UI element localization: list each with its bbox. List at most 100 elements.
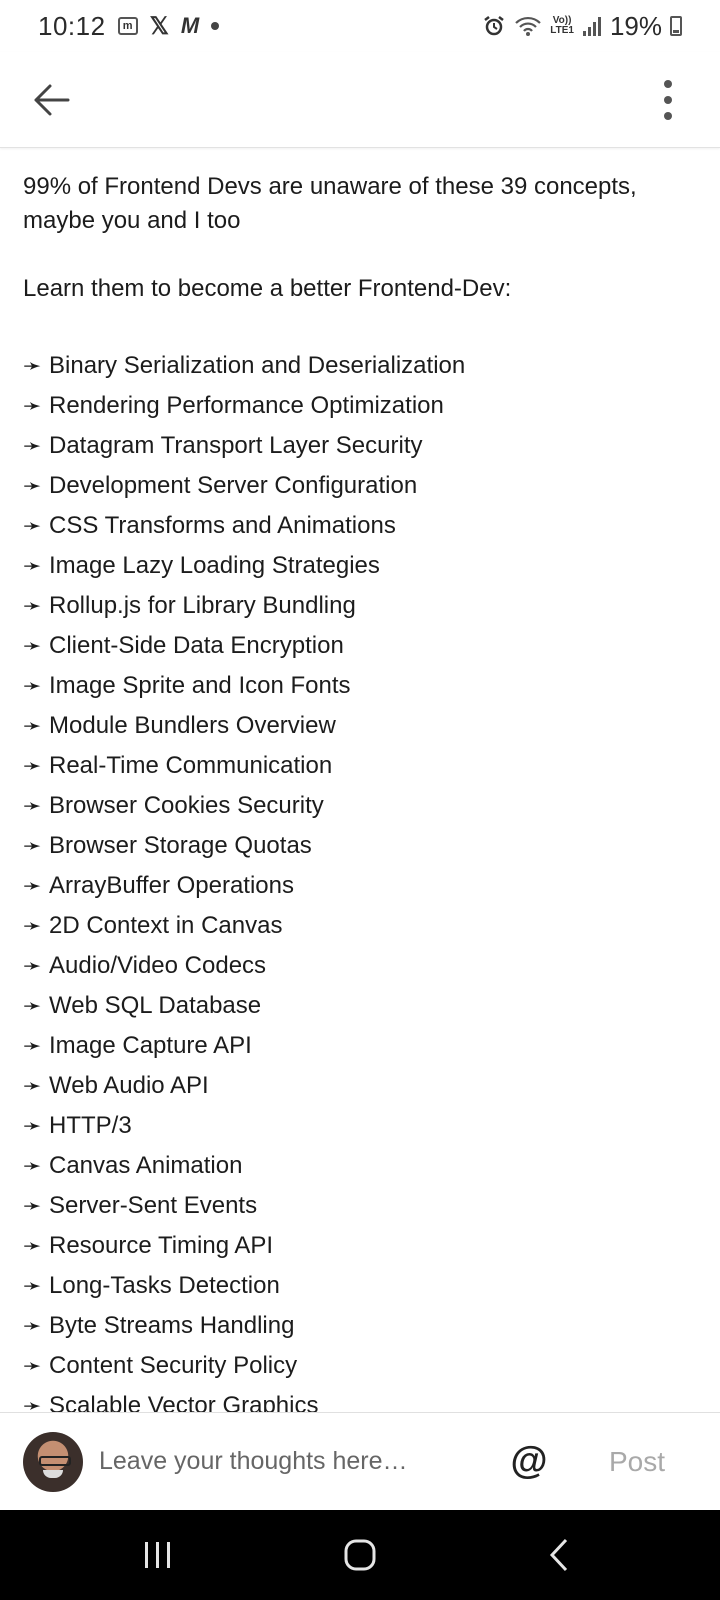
post-cta: Learn them to become a better Frontend-D…: [23, 275, 512, 302]
avatar: [23, 1431, 83, 1492]
concept-label: HTTP/3: [49, 1112, 132, 1139]
back-button[interactable]: [28, 76, 76, 124]
arrow-icon: ➛: [23, 633, 42, 658]
arrow-icon: ➛: [23, 713, 42, 738]
concept-item: ➛ ArrayBuffer Operations: [23, 866, 697, 906]
status-bar: 10:12 m 𝕏 M Vo)) LTE1 19%: [0, 0, 720, 52]
status-left: 10:12 m 𝕏 M: [38, 10, 220, 42]
concept-label: Scalable Vector Graphics: [49, 1392, 319, 1412]
more-dot: [664, 112, 672, 120]
concept-item: ➛ Web SQL Database: [23, 986, 697, 1026]
messages-icon: m: [117, 17, 138, 35]
concept-item: ➛ Browser Cookies Security: [23, 786, 697, 826]
status-time: 10:12: [38, 10, 106, 41]
concept-label: Browser Storage Quotas: [49, 832, 312, 859]
arrow-icon: ➛: [23, 1313, 42, 1338]
arrow-icon: ➛: [23, 1273, 42, 1298]
concept-item: ➛ Datagram Transport Layer Security: [23, 426, 697, 466]
arrow-icon: ➛: [23, 553, 42, 578]
concept-label: Browser Cookies Security: [49, 792, 324, 819]
arrow-icon: ➛: [23, 873, 42, 898]
arrow-icon: ➛: [23, 1393, 42, 1412]
comment-input[interactable]: [99, 1437, 495, 1486]
arrow-icon: ➛: [23, 593, 42, 618]
mention-button[interactable]: @: [505, 1438, 553, 1486]
arrow-icon: ➛: [23, 353, 42, 378]
arrow-left-icon: [34, 84, 70, 116]
battery-icon: [670, 16, 682, 36]
concept-label: 2D Context in Canvas: [49, 912, 283, 939]
concept-label: CSS Transforms and Animations: [49, 512, 396, 539]
concept-label: Real-Time Communication: [49, 752, 333, 779]
back-icon[interactable]: [536, 1530, 586, 1580]
dot-icon: [211, 22, 220, 30]
comment-bar: @ Post: [0, 1412, 720, 1510]
concept-label: Image Sprite and Icon Fonts: [49, 672, 351, 699]
concept-label: Resource Timing API: [49, 1232, 274, 1259]
concept-item: ➛ Client-Side Data Encryption: [23, 626, 697, 666]
concept-item: ➛ Rendering Performance Optimization: [23, 386, 697, 426]
m-icon: M: [180, 13, 200, 38]
arrow-icon: ➛: [23, 913, 42, 938]
signal-icon: [582, 15, 602, 37]
concept-label: ArrayBuffer Operations: [49, 872, 295, 899]
concept-label: Development Server Configuration: [49, 472, 418, 499]
concept-item: ➛ CSS Transforms and Animations: [23, 506, 697, 546]
concept-item: ➛ Browser Storage Quotas: [23, 826, 697, 866]
arrow-icon: ➛: [23, 793, 42, 818]
post-button[interactable]: Post: [609, 1446, 665, 1478]
arrow-icon: ➛: [23, 833, 42, 858]
arrow-icon: ➛: [23, 673, 42, 698]
concept-item: ➛ Image Capture API: [23, 1026, 697, 1066]
alarm-icon: [482, 14, 506, 38]
concept-label: Module Bundlers Overview: [49, 712, 336, 739]
arrow-icon: ➛: [23, 993, 42, 1018]
concept-label: Image Lazy Loading Strategies: [49, 552, 380, 579]
concept-item: ➛ 2D Context in Canvas: [23, 906, 697, 946]
arrow-icon: ➛: [23, 1033, 42, 1058]
arrow-icon: ➛: [23, 753, 42, 778]
recents-icon[interactable]: [133, 1530, 183, 1580]
arrow-icon: ➛: [23, 473, 42, 498]
concept-item: ➛ Web Audio API: [23, 1066, 697, 1106]
concept-item: ➛ Byte Streams Handling: [23, 1306, 697, 1346]
concept-item: ➛ Image Sprite and Icon Fonts: [23, 666, 697, 706]
navigation-bar: [0, 1510, 720, 1600]
more-dot: [664, 96, 672, 104]
concept-item: ➛ Audio/Video Codecs: [23, 946, 697, 986]
concept-item: ➛ Content Security Policy: [23, 1346, 697, 1386]
arrow-icon: ➛: [23, 1073, 42, 1098]
arrow-icon: ➛: [23, 513, 42, 538]
status-right: Vo)) LTE1 19%: [482, 11, 682, 42]
concept-item: ➛ Module Bundlers Overview: [23, 706, 697, 746]
arrow-icon: ➛: [23, 1193, 42, 1218]
arrow-icon: ➛: [23, 1153, 42, 1178]
battery-percent: 19%: [609, 10, 662, 41]
home-icon[interactable]: [335, 1530, 385, 1580]
concept-label: Canvas Animation: [49, 1152, 243, 1179]
concept-item: ➛ Canvas Animation: [23, 1146, 697, 1186]
arrow-icon: ➛: [23, 433, 42, 458]
arrow-icon: ➛: [23, 1233, 42, 1258]
wifi-icon: [514, 14, 542, 38]
concept-label: Client-Side Data Encryption: [49, 632, 344, 659]
concept-label: Rendering Performance Optimization: [49, 392, 444, 419]
more-vert-icon[interactable]: [656, 76, 680, 124]
x-icon: 𝕏: [149, 12, 169, 40]
arrow-icon: ➛: [23, 1113, 42, 1138]
volte-icon: Vo)) LTE1: [550, 15, 574, 36]
concept-item: ➛ Image Lazy Loading Strategies: [23, 546, 697, 586]
post-intro: 99% of Frontend Devs are unaware of thes…: [23, 173, 637, 234]
concept-label: Rollup.js for Library Bundling: [49, 592, 356, 619]
concept-item: ➛ Long-Tasks Detection: [23, 1266, 697, 1306]
concept-label: Server-Sent Events: [49, 1192, 258, 1219]
concept-item: ➛ Development Server Configuration: [23, 466, 697, 506]
concept-label: Audio/Video Codecs: [49, 952, 267, 979]
concept-item: ➛ HTTP/3: [23, 1106, 697, 1146]
concept-item: ➛ Real-Time Communication: [23, 746, 697, 786]
concept-label: Web SQL Database: [49, 992, 262, 1019]
arrow-icon: ➛: [23, 953, 42, 978]
post-content: 99% of Frontend Devs are unaware of thes…: [0, 150, 720, 1412]
concept-label: Binary Serialization and Deserialization: [49, 352, 466, 379]
app-bar: [0, 52, 720, 148]
